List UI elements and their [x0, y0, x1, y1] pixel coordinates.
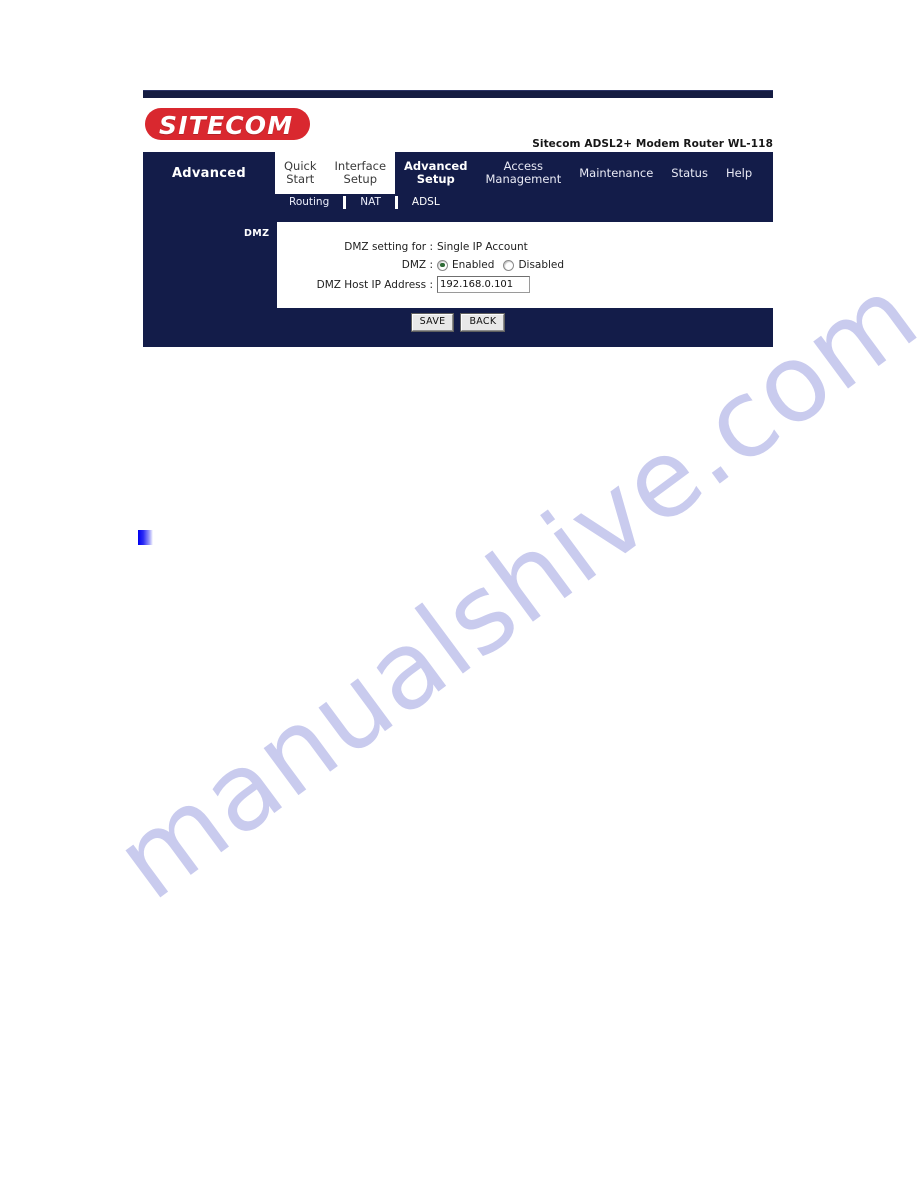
radio-disabled-icon[interactable]	[503, 259, 515, 271]
tab-quick-start-line2: Start	[286, 172, 315, 186]
dmz-host-ip-row: DMZ Host IP Address :	[277, 276, 530, 293]
navigation-bar: Advanced Quick Start Interface Setup Adv…	[143, 152, 773, 210]
tab-help[interactable]: Help	[716, 152, 762, 194]
tab-help-label: Help	[725, 165, 753, 180]
tab-maintenance-label: Maintenance	[579, 165, 654, 180]
sub-tab-list: Routing NAT ADSL	[275, 194, 454, 210]
blue-gradient-marker	[138, 530, 153, 545]
dmz-setting-for-row: DMZ setting for : Single IP Account	[277, 241, 528, 253]
dmz-disabled-label: Disabled	[518, 259, 565, 271]
router-admin-screenshot: SITECOM Sitecom ADSL2+ Modem Router WL-1…	[143, 90, 773, 347]
dmz-host-ip-label: DMZ Host IP Address :	[316, 278, 433, 291]
dmz-group-label: DMZ	[244, 228, 270, 239]
dmz-setting-for-value: Single IP Account	[437, 241, 528, 253]
sitecom-logo: SITECOM	[145, 108, 310, 140]
header-rule	[143, 90, 773, 98]
tab-interface-setup[interactable]: Interface Setup	[325, 152, 396, 194]
content-area: DMZ DMZ setting for : Single IP Account …	[143, 210, 773, 347]
form-action-bar: SAVE BACK	[143, 314, 773, 331]
subtab-nat[interactable]: NAT	[346, 196, 395, 208]
model-name-label: Sitecom ADSL2+ Modem Router WL-118	[532, 138, 773, 150]
dmz-toggle-row: DMZ : Enabled Disabled	[277, 259, 564, 271]
tab-access-management[interactable]: Access Management	[476, 152, 571, 194]
dmz-setting-for-label: DMZ setting for :	[344, 241, 433, 253]
tab-advanced-setup[interactable]: Advanced Setup	[395, 152, 477, 194]
sitecom-logo-text: SITECOM	[159, 111, 294, 140]
dmz-toggle-label: DMZ :	[401, 259, 433, 271]
page-title: Advanced	[171, 165, 247, 181]
tab-advanced-setup-line2: Setup	[416, 172, 455, 186]
dmz-radio-group: Enabled Disabled	[437, 259, 564, 271]
back-button[interactable]: BACK	[461, 314, 505, 331]
brand-band: SITECOM Sitecom ADSL2+ Modem Router WL-1…	[143, 98, 773, 152]
tab-maintenance[interactable]: Maintenance	[570, 152, 663, 194]
save-button[interactable]: SAVE	[411, 314, 454, 331]
dmz-form-panel: DMZ setting for : Single IP Account DMZ …	[277, 222, 773, 308]
subtab-routing[interactable]: Routing	[275, 196, 343, 208]
tab-status[interactable]: Status	[662, 152, 717, 194]
radio-enabled-icon[interactable]	[437, 259, 448, 271]
tab-access-management-line2: Management	[485, 172, 562, 186]
subtab-adsl[interactable]: ADSL	[398, 196, 454, 208]
tab-status-label: Status	[671, 165, 708, 180]
dmz-host-ip-input[interactable]	[437, 276, 530, 293]
main-tab-list: Quick Start Interface Setup Advanced Set…	[275, 152, 762, 194]
dmz-enabled-label: Enabled	[452, 259, 495, 271]
tab-interface-setup-line2: Setup	[343, 172, 378, 186]
tab-quick-start[interactable]: Quick Start	[275, 152, 326, 194]
document-page: SITECOM Sitecom ADSL2+ Modem Router WL-1…	[0, 0, 918, 1188]
dmz-enabled-option[interactable]: Enabled	[437, 259, 494, 271]
dmz-disabled-option[interactable]: Disabled	[503, 259, 564, 271]
